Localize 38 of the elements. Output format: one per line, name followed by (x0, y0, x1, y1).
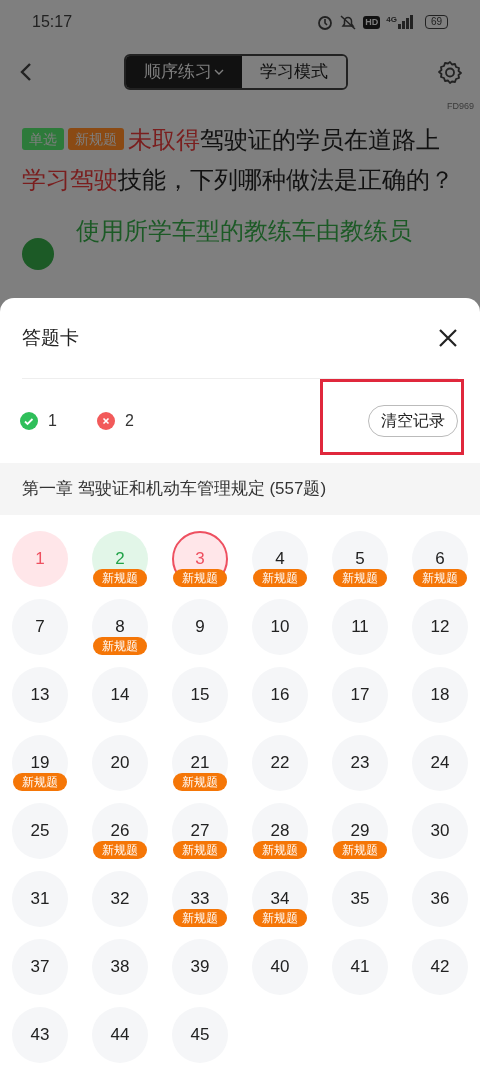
new-rule-badge: 新规题 (173, 909, 227, 927)
close-icon[interactable] (438, 328, 458, 348)
signal-icon (397, 15, 413, 29)
new-rule-badge: 新规题 (333, 569, 387, 587)
question-code: FD969 (447, 100, 474, 113)
muted-bell-icon (339, 14, 358, 30)
new-rule-badge: 新规题 (413, 569, 467, 587)
question-tag: 单选 (22, 128, 64, 150)
clear-records-button[interactable]: 清空记录 (368, 405, 458, 437)
status-time: 15:17 (32, 12, 73, 32)
hd-badge: HD (363, 15, 381, 29)
sheet-title: 答题卡 (22, 325, 79, 350)
back-icon[interactable] (18, 61, 34, 83)
chapter-heading: 第一章 驾驶证和机动车管理规定 (557题) (22, 478, 327, 501)
new-rule-badge: 新规题 (173, 569, 227, 587)
new-rule-badge: 新规题 (173, 773, 227, 791)
option-text: 使用所学车型的教练车由教练员 (76, 216, 412, 246)
new-rule-badge: 新规题 (93, 637, 147, 655)
network-type: 4G (386, 15, 397, 24)
new-rule-badge: 新规题 (93, 841, 147, 859)
settings-icon[interactable] (438, 59, 462, 85)
stat-count: 2 (124, 411, 134, 431)
question-text: 单选 新规题 未取得驾驶证的学员在道路上 学习驾驶技能，下列哪种做法是正确的？ (21, 125, 455, 195)
alarm-icon (317, 14, 334, 30)
check-icon (20, 412, 38, 430)
caret-icon (214, 68, 224, 76)
question-tag: 新规题 (68, 128, 124, 150)
new-rule-badge: 新规题 (93, 569, 147, 587)
battery-indicator: 69 (424, 15, 448, 29)
new-rule-badge: 新规题 (13, 773, 67, 791)
mode-tab[interactable]: 顺序练习 (126, 56, 242, 88)
new-rule-badge: 新规题 (333, 841, 387, 859)
stat-count: 1 (48, 411, 57, 431)
new-rule-badge: 新规题 (253, 909, 307, 927)
new-rule-badge: 新规题 (253, 841, 307, 859)
cross-icon (96, 412, 115, 430)
new-rule-badge: 新规题 (253, 569, 307, 587)
new-rule-badge: 新规题 (173, 841, 227, 859)
